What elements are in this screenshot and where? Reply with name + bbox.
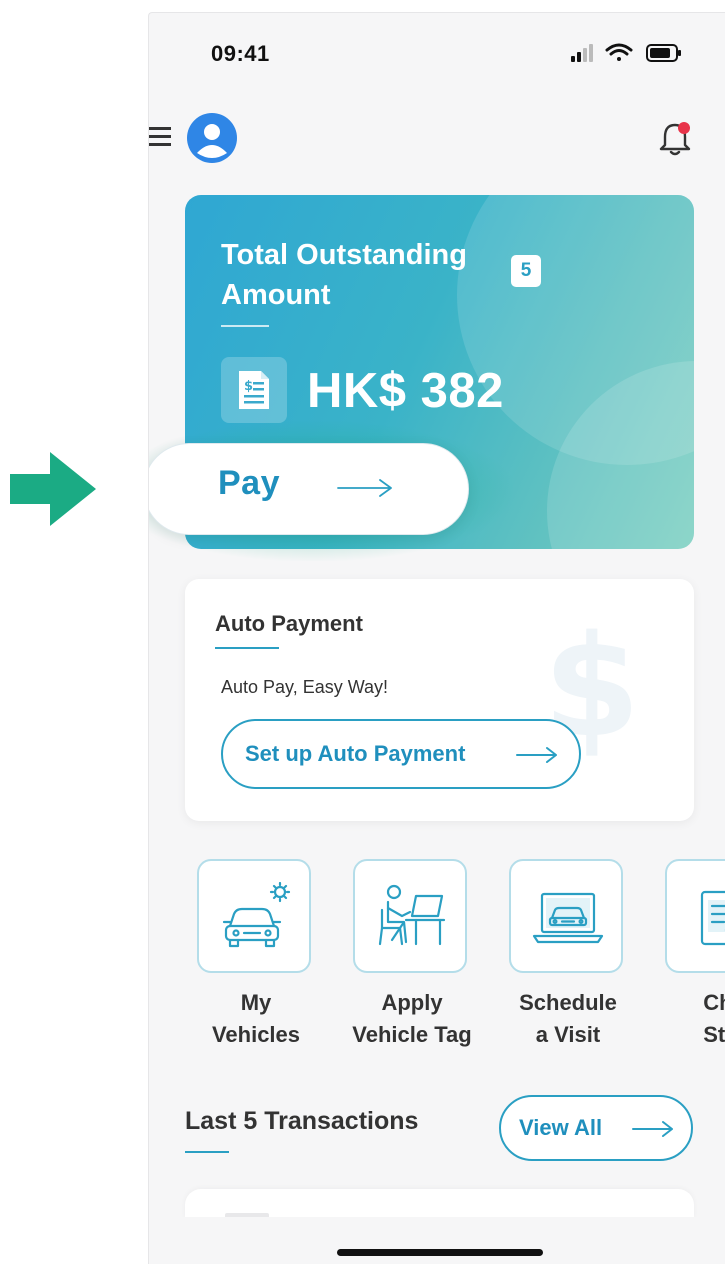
setup-auto-payment-label: Set up Auto Payment	[245, 741, 466, 766]
auto-payment-title: Auto Payment	[215, 611, 363, 636]
arrow-right-icon	[516, 747, 557, 763]
auto-payment-subtitle: Auto Pay, Easy Way!	[221, 677, 389, 697]
quick-action-label: Apply Vehicle Tag	[352, 990, 472, 1047]
quick-action-tile[interactable]	[197, 859, 311, 973]
laptop-car-icon	[532, 892, 604, 944]
person-at-desk-icon	[378, 884, 446, 946]
pay-button[interactable]: Pay	[149, 443, 469, 535]
outstanding-title: Total Outstanding Amount	[221, 239, 467, 311]
user-avatar-icon[interactable]	[187, 113, 237, 163]
status-bar: 09:41	[149, 13, 725, 77]
arrow-right-icon	[632, 1121, 673, 1137]
bottom-safe-area	[149, 1217, 725, 1264]
outstanding-count-badge: 5	[511, 255, 541, 287]
notification-bell-icon[interactable]	[657, 119, 693, 157]
status-time: 09:41	[211, 41, 270, 66]
quick-action-tile[interactable]	[665, 859, 725, 973]
title-underline	[215, 647, 279, 649]
invoice-tile: $	[221, 357, 287, 423]
arrow-right-icon	[337, 479, 392, 497]
view-all-label: View All	[519, 1115, 603, 1140]
transaction-list-card[interactable]	[185, 1189, 694, 1219]
quick-action-label: Schedule a Visit	[519, 990, 617, 1047]
cellular-signal-icon	[571, 44, 593, 62]
screenshot-stage: 09:41 Total Outstanding Amount 5 $ HK$ 3…	[0, 0, 725, 1264]
svg-text:$: $	[244, 379, 253, 394]
title-underline	[185, 1151, 229, 1153]
title-underline	[221, 325, 269, 327]
battery-icon	[646, 44, 681, 62]
wifi-icon	[605, 43, 633, 61]
pay-button-label: Pay	[218, 464, 280, 502]
pointer-arrow-icon	[10, 452, 96, 526]
setup-auto-payment-button[interactable]: Set up Auto Payment	[221, 719, 581, 789]
auto-payment-card: $ Auto Payment Auto Pay, Easy Way! Set u…	[185, 579, 694, 821]
invoice-document-icon: $	[239, 371, 269, 409]
car-settings-icon	[222, 882, 291, 948]
document-check-icon	[700, 890, 725, 946]
phone-screen: 09:41 Total Outstanding Amount 5 $ HK$ 3…	[148, 12, 725, 1264]
quick-action-label: My Vehicles	[211, 990, 301, 1047]
hamburger-menu-icon[interactable]	[149, 125, 171, 149]
quick-action-tile[interactable]	[353, 859, 467, 973]
outstanding-amount: HK$ 382	[307, 364, 504, 418]
quick-action-label: Che Stat	[703, 990, 725, 1047]
status-indicators-icon	[571, 43, 681, 62]
home-indicator[interactable]	[337, 1249, 543, 1256]
view-all-button[interactable]: View All	[499, 1095, 693, 1161]
quick-action-tile[interactable]	[509, 859, 623, 973]
transactions-title: Last 5 Transactions	[185, 1107, 419, 1135]
